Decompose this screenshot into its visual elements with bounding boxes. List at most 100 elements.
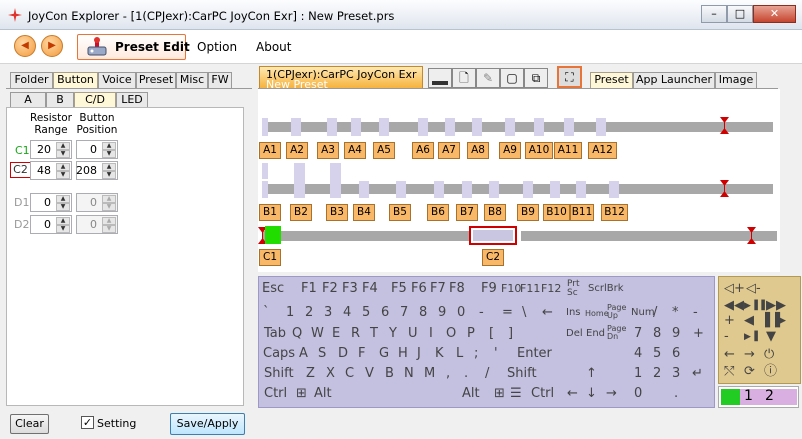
key-rbracket[interactable]: ] bbox=[508, 326, 513, 342]
key-comma[interactable]: , bbox=[446, 366, 450, 382]
label-b6[interactable]: B6 bbox=[427, 204, 449, 221]
key-p[interactable]: P bbox=[467, 326, 475, 342]
copy-icon[interactable]: ⧉ bbox=[524, 68, 548, 88]
menu-option[interactable]: Option bbox=[197, 40, 237, 54]
key-pageup[interactable]: Page Up bbox=[607, 304, 627, 320]
subtab-a[interactable]: A bbox=[10, 92, 46, 108]
repeat-icon[interactable]: ⟳ bbox=[744, 364, 755, 380]
subtab-led[interactable]: LED bbox=[116, 92, 148, 108]
key-num-4[interactable]: 4 bbox=[634, 346, 642, 362]
key-f4[interactable]: F4 bbox=[362, 281, 378, 297]
info-icon[interactable]: ⓘ bbox=[764, 364, 777, 380]
key-ctrl-left[interactable]: Ctrl bbox=[264, 386, 287, 402]
label-b11[interactable]: B11 bbox=[570, 204, 594, 221]
key-v[interactable]: V bbox=[365, 366, 374, 382]
key-menu[interactable]: ☰ bbox=[510, 386, 522, 402]
label-a10[interactable]: A10 bbox=[525, 142, 553, 159]
minus-icon[interactable]: - bbox=[724, 329, 729, 345]
key-slash[interactable]: / bbox=[485, 366, 489, 382]
spin-down-icon[interactable]: ▼ bbox=[102, 171, 116, 179]
play-pause-icon[interactable]: ▶▐▐ bbox=[744, 298, 765, 314]
menu-about[interactable]: About bbox=[256, 40, 291, 54]
d1-range-spinner[interactable]: 0 ▲ ▼ bbox=[30, 193, 72, 212]
key-h[interactable]: H bbox=[398, 346, 408, 362]
spin-down-icon[interactable]: ▼ bbox=[56, 225, 70, 233]
close-button[interactable]: ✕ bbox=[753, 5, 796, 23]
label-b5[interactable]: B5 bbox=[389, 204, 411, 221]
end-marker-icon[interactable] bbox=[720, 180, 729, 197]
spin-down-icon[interactable]: ▼ bbox=[56, 203, 70, 211]
key-f10[interactable]: F10 bbox=[501, 281, 521, 297]
spin-up-icon[interactable]: ▲ bbox=[56, 163, 70, 171]
label-a1[interactable]: A1 bbox=[259, 142, 281, 159]
label-b12[interactable]: B12 bbox=[601, 204, 628, 221]
key-1[interactable]: 1 bbox=[286, 305, 294, 321]
label-b9[interactable]: B9 bbox=[517, 204, 539, 221]
spin-up-icon[interactable]: ▲ bbox=[56, 142, 70, 150]
clear-button[interactable]: Clear bbox=[10, 414, 49, 434]
key-num-2[interactable]: 2 bbox=[653, 366, 661, 382]
prev-icon[interactable]: ◀ bbox=[744, 313, 754, 329]
tab-preset[interactable]: Preset bbox=[136, 72, 176, 88]
next-icon[interactable]: ▶ bbox=[776, 313, 786, 329]
key-quote[interactable]: ' bbox=[494, 346, 498, 362]
save-apply-button[interactable]: Save/Apply bbox=[170, 413, 245, 435]
key-4[interactable]: 4 bbox=[343, 305, 351, 321]
spin-down-icon[interactable]: ▼ bbox=[56, 150, 70, 158]
key-f2[interactable]: F2 bbox=[322, 281, 338, 297]
key-down[interactable]: ↓ bbox=[586, 386, 597, 402]
key-f11[interactable]: F11 bbox=[520, 281, 540, 297]
label-a2[interactable]: A2 bbox=[286, 142, 308, 159]
device-tab[interactable]: 1(CPJexr):CarPC JoyCon Exr New Preset bbox=[259, 66, 423, 91]
label-b7[interactable]: B7 bbox=[456, 204, 478, 221]
label-a6[interactable]: A6 bbox=[412, 142, 434, 159]
key-right[interactable]: → bbox=[606, 386, 617, 402]
key-num-9[interactable]: 9 bbox=[672, 326, 680, 342]
c2-range-spinner[interactable]: 48 ▲ ▼ bbox=[30, 161, 72, 180]
key-f8[interactable]: F8 bbox=[449, 281, 465, 297]
tab-image[interactable]: Image bbox=[715, 72, 757, 88]
key-c[interactable]: C bbox=[345, 366, 354, 382]
key-w[interactable]: W bbox=[311, 326, 324, 342]
key-b[interactable]: B bbox=[385, 366, 394, 382]
key-numlock[interactable]: Num bbox=[631, 305, 655, 321]
key-f9[interactable]: F9 bbox=[481, 281, 497, 297]
key-t[interactable]: T bbox=[370, 326, 378, 342]
label-c1[interactable]: C1 bbox=[259, 249, 281, 266]
key-e[interactable]: E bbox=[332, 326, 340, 342]
label-a5[interactable]: A5 bbox=[373, 142, 395, 159]
tab-app-launcher[interactable]: App Launcher bbox=[633, 72, 715, 88]
key-n[interactable]: N bbox=[404, 366, 414, 382]
volume-down-icon[interactable]: ◁- bbox=[746, 281, 761, 297]
spin-up-icon[interactable]: ▲ bbox=[56, 195, 70, 203]
key-prtsc[interactable]: Prt Sc bbox=[567, 280, 585, 298]
key-7[interactable]: 7 bbox=[400, 305, 408, 321]
key-period[interactable]: . bbox=[464, 366, 468, 382]
key-9[interactable]: 9 bbox=[438, 305, 446, 321]
key-x[interactable]: X bbox=[326, 366, 335, 382]
back-button[interactable]: ◀ bbox=[14, 35, 36, 57]
key-num-plus[interactable]: + bbox=[693, 326, 704, 342]
key-g[interactable]: G bbox=[379, 346, 389, 362]
key-home[interactable]: Home bbox=[585, 306, 609, 322]
page-1-button[interactable]: 1 bbox=[744, 388, 753, 404]
bar-view-button[interactable] bbox=[428, 68, 452, 88]
key-a[interactable]: A bbox=[299, 346, 308, 362]
key-f6[interactable]: F6 bbox=[411, 281, 427, 297]
key-f3[interactable]: F3 bbox=[342, 281, 358, 297]
tab-fw[interactable]: FW bbox=[208, 72, 232, 88]
spin-up-icon[interactable]: ▲ bbox=[102, 142, 116, 150]
subtab-cd[interactable]: C/D bbox=[74, 92, 116, 108]
spin-down-icon[interactable]: ▼ bbox=[56, 171, 70, 179]
right-arrow-icon[interactable]: → bbox=[744, 347, 755, 363]
key-caps[interactable]: Caps bbox=[263, 346, 295, 362]
plus-icon[interactable]: + bbox=[724, 313, 735, 329]
key-num-minus[interactable]: - bbox=[693, 305, 698, 321]
key-r[interactable]: R bbox=[351, 326, 360, 342]
key-num-8[interactable]: 8 bbox=[653, 326, 661, 342]
key-i[interactable]: I bbox=[429, 326, 433, 342]
key-minus[interactable]: - bbox=[479, 305, 484, 321]
key-backtick[interactable]: ` bbox=[263, 305, 270, 321]
key-scrlbrk[interactable]: ScrlBrk bbox=[588, 281, 624, 297]
key-num-6[interactable]: 6 bbox=[672, 346, 680, 362]
